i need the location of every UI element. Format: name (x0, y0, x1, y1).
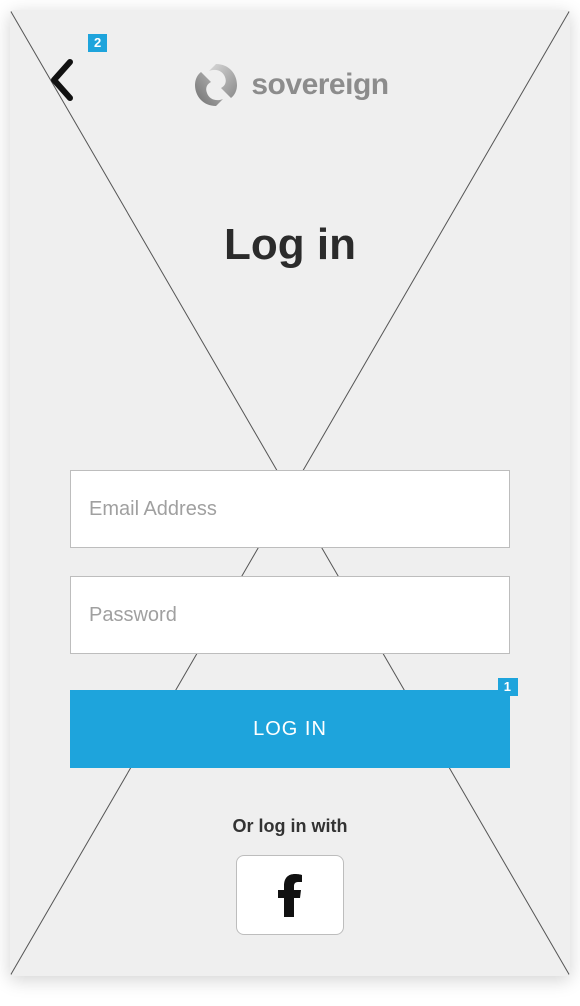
facebook-icon (277, 873, 303, 917)
brand-name: sovereign (251, 68, 388, 102)
chevron-left-icon (48, 58, 76, 102)
app-screen: 2 sov (10, 10, 570, 976)
sovereign-logo-icon (191, 60, 241, 110)
login-button[interactable]: LOG IN 1 (70, 690, 510, 768)
alt-login-label: Or log in with (70, 816, 510, 837)
back-button[interactable] (48, 58, 76, 107)
facebook-login-button[interactable] (236, 855, 344, 935)
alt-login-section: Or log in with (70, 816, 510, 935)
page-title: Log in (10, 220, 570, 270)
email-field[interactable] (70, 470, 510, 548)
login-button-label: LOG IN (253, 718, 327, 740)
annotation-badge-login: 1 (498, 678, 518, 696)
annotation-badge-back: 2 (88, 34, 107, 52)
header: sovereign (10, 10, 570, 110)
login-form: LOG IN 1 Or log in with (10, 470, 570, 935)
password-field[interactable] (70, 576, 510, 654)
brand-logo: sovereign (191, 60, 388, 110)
